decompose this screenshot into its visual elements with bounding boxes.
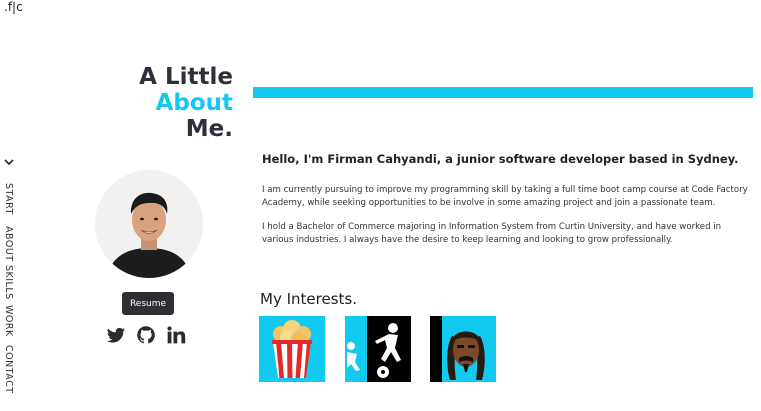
nav-item-contact[interactable]: CONTACT xyxy=(3,345,14,394)
snoop-dogg-icon xyxy=(430,316,496,382)
side-nav: START ABOUT SKILLS WORK CONTACT xyxy=(0,150,18,400)
title-part-1: A Little xyxy=(139,64,233,90)
linkedin-icon[interactable] xyxy=(166,325,186,345)
interests-title: My Interests. xyxy=(260,290,357,308)
twitter-icon[interactable] xyxy=(106,325,126,345)
social-links xyxy=(106,325,188,345)
section-title: A Little About Me. xyxy=(60,64,233,142)
avatar xyxy=(95,170,203,278)
about-paragraph-2: I hold a Bachelor of Commerce majoring i… xyxy=(262,222,722,245)
interest-tile-movies xyxy=(259,316,325,382)
title-part-2: Me. xyxy=(185,116,233,142)
title-accent-bar xyxy=(253,87,753,98)
nav-item-start[interactable]: START xyxy=(3,183,14,215)
about-paragraph-1: I am currently pursuing to improve my pr… xyxy=(262,185,748,208)
interest-tile-football xyxy=(345,316,411,382)
title-accent: About xyxy=(155,90,233,116)
nav-item-work[interactable]: WORK xyxy=(3,305,14,337)
site-logo-text: .f|c xyxy=(4,0,23,14)
site-logo[interactable]: .f|c xyxy=(4,0,23,14)
interest-tile-music xyxy=(430,316,496,382)
chevron-down-icon[interactable] xyxy=(3,156,15,168)
nav-item-skills[interactable]: SKILLS xyxy=(3,265,14,300)
popcorn-icon xyxy=(259,316,325,382)
resume-button[interactable]: Resume xyxy=(122,292,174,315)
about-greeting: Hello, I'm Firman Cahyandi, a junior sof… xyxy=(262,152,739,166)
nav-item-about[interactable]: ABOUT xyxy=(3,226,14,262)
football-icon xyxy=(345,316,411,382)
profile-photo xyxy=(95,170,203,278)
github-icon[interactable] xyxy=(136,325,156,345)
